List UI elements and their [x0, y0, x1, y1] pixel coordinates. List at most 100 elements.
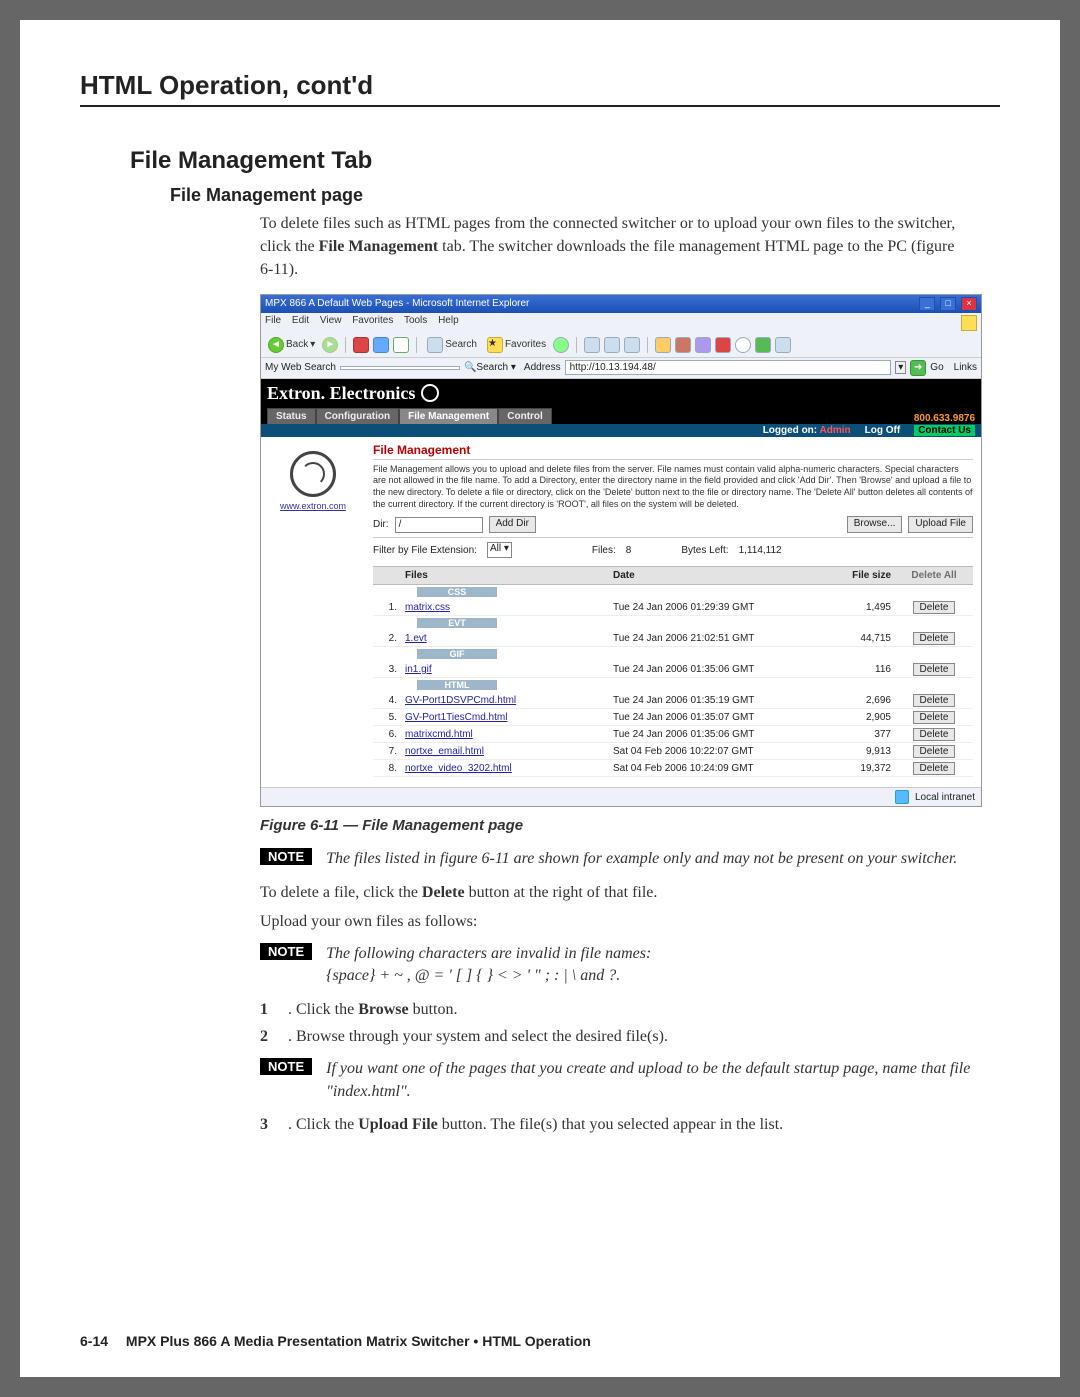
address-label: Address — [524, 362, 561, 373]
stop-icon[interactable] — [353, 337, 369, 353]
h2-file-mgmt-page: File Management page — [170, 185, 1000, 206]
dir-label: Dir: — [373, 519, 389, 530]
toolbar-icon-d[interactable] — [715, 337, 731, 353]
file-size: 2,696 — [807, 694, 895, 707]
favorites-icon[interactable]: ★ — [487, 337, 503, 353]
file-link[interactable]: nortxe_email.html — [405, 746, 484, 757]
menu-tools[interactable]: Tools — [404, 315, 427, 326]
mail-icon[interactable] — [584, 337, 600, 353]
toolbar-icon-b[interactable] — [675, 337, 691, 353]
print-icon[interactable] — [604, 337, 620, 353]
search-dropdown[interactable]: 🔍Search ▾ — [464, 362, 516, 373]
extron-link[interactable]: www.extron.com — [265, 501, 361, 511]
file-date: Tue 24 Jan 2006 01:29:39 GMT — [609, 601, 807, 614]
address-dropdown[interactable]: ▾ — [895, 361, 906, 374]
browse-button[interactable]: Browse... — [847, 516, 903, 533]
brand-bar: Extron. Electronics — [261, 379, 981, 408]
dir-input[interactable]: / — [395, 517, 483, 533]
screenshot-figure: MPX 866 A Default Web Pages - Microsoft … — [260, 294, 982, 808]
row-index: 4. — [373, 694, 401, 707]
fm-title: File Management — [373, 443, 973, 460]
file-group-header: CSS — [417, 587, 497, 597]
file-size: 1,495 — [807, 601, 895, 614]
refresh-icon[interactable] — [373, 337, 389, 353]
row-index: 7. — [373, 745, 401, 758]
step-3: 3 . Click the Upload File button. The fi… — [260, 1113, 1000, 1136]
tab-file-management[interactable]: File Management — [399, 408, 498, 424]
search-button[interactable]: Search — [445, 339, 477, 350]
file-link[interactable]: 1.evt — [405, 633, 427, 644]
menu-file[interactable]: File — [265, 315, 281, 326]
file-mgmt-panel: File Management File Management allows y… — [365, 437, 981, 788]
nav-tabs-row: Status Configuration File Management Con… — [261, 408, 981, 424]
toolbar-icon-c[interactable] — [695, 337, 711, 353]
forward-icon[interactable]: ► — [322, 337, 338, 353]
edit-icon[interactable] — [624, 337, 640, 353]
file-link[interactable]: GV-Port1DSVPCmd.html — [405, 695, 516, 706]
address-input[interactable]: http://10.13.194.48/ — [565, 360, 892, 375]
file-size: 19,372 — [807, 762, 895, 775]
contact-us-button[interactable]: Contact Us — [914, 425, 975, 436]
col-size: File size — [807, 569, 895, 582]
upload-file-button[interactable]: Upload File — [908, 516, 973, 533]
window-buttons: _ □ × — [917, 297, 977, 311]
delete-button[interactable]: Delete — [913, 632, 956, 645]
table-row: 1. matrix.css Tue 24 Jan 2006 01:29:39 GMT… — [373, 599, 973, 616]
figure-caption: Figure 6-11 — File Management page — [260, 817, 1000, 834]
footer-text: MPX Plus 866 A Media Presentation Matrix… — [126, 1333, 591, 1349]
phone-number: 800.633.9876 — [914, 413, 981, 424]
delete-button[interactable]: Delete — [913, 694, 956, 707]
file-link[interactable]: in1.gif — [405, 664, 432, 675]
note-badge: NOTE — [260, 943, 312, 960]
toolbar-icon-g[interactable] — [775, 337, 791, 353]
table-row: 2.1.evtTue 24 Jan 2006 21:02:51 GMT44,71… — [373, 630, 973, 647]
toolbar-icon-e[interactable] — [735, 337, 751, 353]
go-label: Go — [930, 362, 943, 373]
file-link[interactable]: GV-Port1TiesCmd.html — [405, 712, 507, 723]
file-link[interactable]: matrix.css — [405, 602, 450, 613]
add-dir-button[interactable]: Add Dir — [489, 516, 536, 533]
search-icon[interactable] — [427, 337, 443, 353]
menu-favorites[interactable]: Favorites — [352, 315, 393, 326]
menu-view[interactable]: View — [320, 315, 342, 326]
history-icon[interactable] — [553, 337, 569, 353]
home-icon[interactable] — [393, 337, 409, 353]
delete-button[interactable]: Delete — [913, 745, 956, 758]
tab-control[interactable]: Control — [498, 408, 552, 424]
filter-select[interactable]: All ▾ — [487, 542, 512, 558]
toolbar-icon-f[interactable] — [755, 337, 771, 353]
my-web-search-input[interactable] — [340, 366, 460, 370]
col-date: Date — [609, 569, 807, 582]
file-group-header: EVT — [417, 618, 497, 628]
go-button[interactable]: ➔ — [910, 360, 926, 376]
section-header: HTML Operation, cont'd — [80, 70, 1000, 107]
close-icon[interactable]: × — [961, 297, 977, 311]
delete-button[interactable]: Delete — [913, 762, 956, 775]
delete-button[interactable]: Delete — [913, 728, 956, 741]
menu-edit[interactable]: Edit — [292, 315, 309, 326]
logoff-link[interactable]: Log Off — [865, 425, 901, 436]
file-link[interactable]: matrixcmd.html — [405, 729, 473, 740]
tab-status[interactable]: Status — [267, 408, 316, 424]
favorites-button[interactable]: Favorites — [505, 339, 546, 350]
fm-filter-row: Filter by File Extension: All ▾ Files: 8… — [373, 542, 973, 562]
window-titlebar: MPX 866 A Default Web Pages - Microsoft … — [261, 295, 981, 313]
document-page: HTML Operation, cont'd File Management T… — [20, 20, 1060, 1377]
delete-button[interactable]: Delete — [913, 711, 956, 724]
maximize-icon[interactable]: □ — [940, 297, 956, 311]
toolbar-icon-a[interactable] — [655, 337, 671, 353]
file-date: Sat 04 Feb 2006 10:24:09 GMT — [609, 762, 807, 775]
delete-button[interactable]: Delete — [913, 601, 956, 614]
file-date: Sat 04 Feb 2006 10:22:07 GMT — [609, 745, 807, 758]
menu-help[interactable]: Help — [438, 315, 459, 326]
row-index: 1. — [373, 601, 401, 614]
delete-button[interactable]: Delete — [913, 663, 956, 676]
links-label[interactable]: Links — [954, 362, 977, 373]
filter-label: Filter by File Extension: — [373, 545, 477, 556]
minimize-icon[interactable]: _ — [919, 297, 935, 311]
back-icon[interactable]: ◄ — [268, 337, 284, 353]
tab-configuration[interactable]: Configuration — [316, 408, 400, 424]
back-button[interactable]: Back — [286, 339, 308, 350]
file-link[interactable]: nortxe_video_3202.html — [405, 763, 512, 774]
delete-all-button[interactable]: Delete All — [911, 570, 956, 581]
